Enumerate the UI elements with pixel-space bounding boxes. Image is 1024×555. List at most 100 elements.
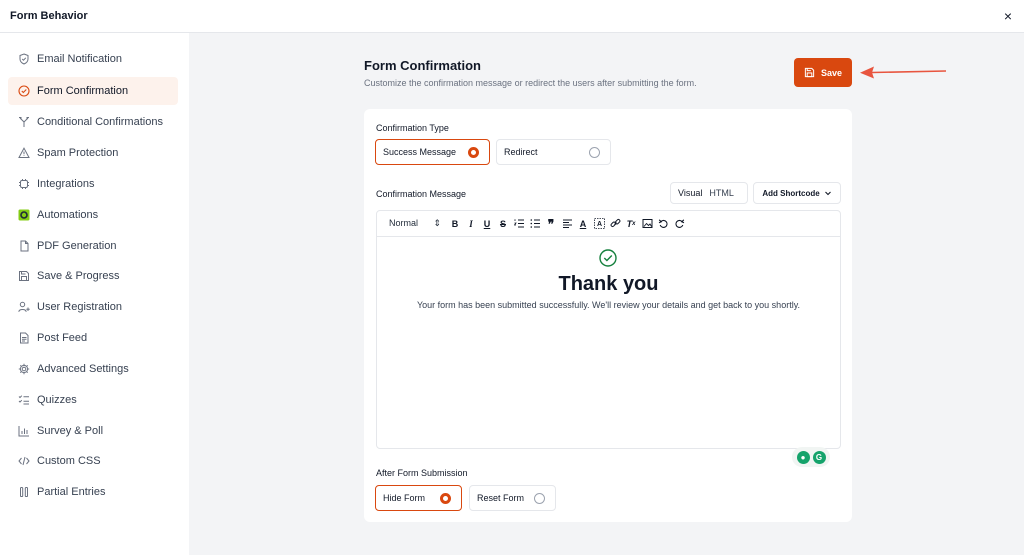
arrow-annotation-icon [860,66,947,79]
select-arrows-icon: ⇕ [433,218,441,228]
sidebar-item-label: Quizzes [37,394,77,406]
grammarly-widget[interactable]: ● G [792,447,830,467]
bold-icon[interactable]: B [447,216,463,232]
sidebar-item-partial-entries[interactable]: Partial Entries [8,478,178,506]
option-reset-form[interactable]: Reset Form [469,485,556,511]
sidebar-item-survey-poll[interactable]: Survey & Poll [8,417,178,445]
svg-text:A: A [596,221,601,228]
file-icon [18,240,30,252]
sidebar-item-label: Advanced Settings [37,363,129,375]
underline-icon[interactable]: U [479,216,495,232]
option-label: Reset Form [477,493,525,503]
italic-icon[interactable]: I [463,216,479,232]
document-icon [18,332,30,344]
thank-you-heading: Thank you [558,273,659,295]
radio-selected-icon[interactable] [440,493,451,504]
sidebar-item-label: Integrations [37,178,95,190]
bullet-list-icon[interactable] [527,216,543,232]
thank-you-body: Your form has been submitted successfull… [416,300,801,310]
image-icon[interactable] [639,216,655,232]
close-icon[interactable]: × [1004,8,1012,24]
blockquote-icon[interactable]: ❞ [543,216,559,232]
lightbulb-icon[interactable]: ● [796,450,810,464]
ordered-list-icon[interactable] [511,216,527,232]
sidebar-item-label: Form Confirmation [37,85,129,97]
warning-icon [18,147,30,159]
align-icon[interactable] [559,216,575,232]
sidebar-item-label: User Registration [37,301,122,313]
sidebar-item-integrations[interactable]: Integrations [8,170,178,198]
strikethrough-icon[interactable]: S [495,216,511,232]
format-select-value: Normal [389,218,419,228]
link-icon[interactable] [607,216,623,232]
save-button-label: Save [820,67,843,78]
branch-icon [18,116,30,128]
format-select[interactable]: Normal ⇕ [389,218,441,229]
sidebar-item-label: Email Notification [37,53,122,65]
bar-chart-icon [18,425,30,437]
option-success-message[interactable]: Success Message [375,139,490,165]
page-subtitle: Customize the confirmation message or re… [364,78,697,88]
code-icon [18,455,30,467]
grammarly-icon[interactable]: G [812,450,826,464]
sidebar-item-email-notification[interactable]: Email Notification [8,45,178,73]
automation-icon [18,209,30,221]
option-hide-form[interactable]: Hide Form [375,485,462,511]
radio-selected-icon[interactable] [468,147,479,158]
sidebar-item-label: Partial Entries [37,486,106,498]
option-label: Hide Form [383,493,426,503]
sidebar-item-label: Custom CSS [37,455,101,467]
sidebar-item-label: Automations [37,209,99,221]
undo-icon[interactable] [655,216,671,232]
sidebar-item-label: Spam Protection [37,147,119,159]
sidebar-item-label: Conditional Confirmations [37,116,163,128]
option-redirect[interactable]: Redirect [496,139,611,165]
sidebar-item-pdf-generation[interactable]: PDF Generation [8,232,178,260]
columns-icon [18,486,30,498]
sidebar-item-conditional-confirmations[interactable]: Conditional Confirmations [8,108,178,136]
sidebar-item-spam-protection[interactable]: Spam Protection [8,139,178,167]
sidebar-item-form-confirmation[interactable]: Form Confirmation [8,77,178,105]
page-title: Form Confirmation [364,58,481,73]
chevron-down-icon [824,189,832,197]
check-circle-icon [599,249,617,267]
radio-unselected-icon[interactable] [589,147,600,158]
sidebar-item-user-registration[interactable]: User Registration [8,293,178,321]
highlight-icon[interactable]: A [591,216,607,232]
add-shortcode-label: Add Shortcode [762,188,820,198]
window-title: Form Behavior [10,10,88,22]
sidebar-item-label: Survey & Poll [37,425,104,437]
clear-format-icon[interactable]: Tx [623,216,639,232]
sidebar-item-label: Save & Progress [37,270,120,282]
checklist-icon [18,394,30,406]
sidebar-item-custom-css[interactable]: Custom CSS [8,447,178,475]
window-header: Form Behavior × [0,0,1024,33]
sidebar-item-label: Post Feed [37,332,88,344]
user-add-icon [18,301,30,313]
tab-visual[interactable]: Visual [671,188,709,198]
text-color-icon[interactable]: A [575,216,591,232]
tab-html[interactable]: HTML [709,188,741,198]
after-submission-label: After Form Submission [376,468,468,478]
save-button[interactable]: Save [794,58,852,87]
sidebar-item-automations[interactable]: Automations [8,201,178,229]
editor-mode-tabs: Visual HTML [670,182,748,204]
sidebar-item-advanced-settings[interactable]: Advanced Settings [8,355,178,383]
rich-text-editor[interactable]: Normal ⇕ B I U S ❞ A A Tx Thank you Your… [376,210,841,467]
shield-icon [18,53,30,65]
sidebar-item-label: PDF Generation [37,240,117,252]
save-icon [18,270,30,282]
option-label: Success Message [383,147,457,157]
confirmation-message-label: Confirmation Message [376,189,467,199]
gear-icon [18,363,30,375]
sidebar-item-save-progress[interactable]: Save & Progress [8,262,178,290]
redo-icon[interactable] [671,216,687,232]
add-shortcode-button[interactable]: Add Shortcode [753,182,841,204]
editor-toolbar: Normal ⇕ B I U S ❞ A A Tx [377,211,840,237]
plug-icon [18,178,30,190]
option-label: Redirect [504,147,538,157]
sidebar-item-quizzes[interactable]: Quizzes [8,386,178,414]
radio-unselected-icon[interactable] [534,493,545,504]
save-icon [804,67,815,78]
sidebar-item-post-feed[interactable]: Post Feed [8,324,178,352]
